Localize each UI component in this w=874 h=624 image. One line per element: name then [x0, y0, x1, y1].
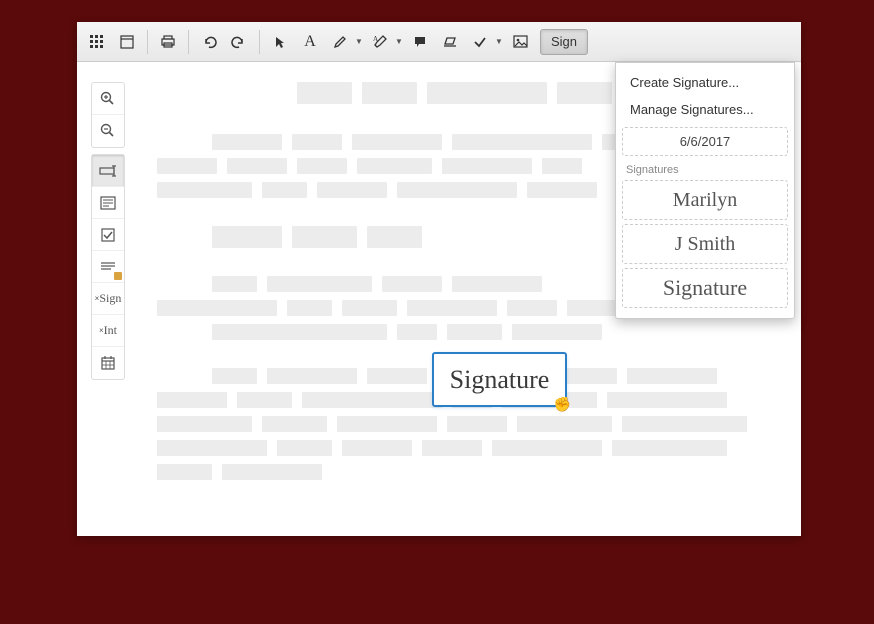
sign-dropdown-menu: Create Signature... Manage Signatures...… — [615, 62, 795, 319]
signature-preview-text: Signature — [450, 365, 550, 395]
chevron-down-icon[interactable]: ▼ — [354, 28, 364, 56]
skeleton-line — [157, 440, 781, 456]
text-tool-button[interactable]: A — [296, 28, 324, 56]
signatures-heading: Signatures — [622, 156, 788, 180]
checkmark-tool-combo[interactable]: ▼ — [466, 28, 504, 56]
pencil-icon[interactable] — [326, 28, 354, 56]
placed-signature-box[interactable]: Signature ✊ — [432, 352, 567, 407]
highlight-tool-combo[interactable]: A ▼ — [366, 28, 404, 56]
print-button[interactable] — [154, 28, 182, 56]
main-toolbar: A ▼ A ▼ ▼ Sign — [77, 22, 801, 62]
lock-badge-icon — [114, 272, 122, 280]
left-sidebar: ×Sign ×Int — [91, 82, 125, 380]
signature-option-1[interactable]: Marilyn — [622, 180, 788, 220]
zoom-group — [91, 82, 125, 148]
signature-option-2[interactable]: J Smith — [622, 224, 788, 264]
eraser-tool-button[interactable] — [436, 28, 464, 56]
skeleton-line — [212, 324, 781, 340]
paragraph-field-button[interactable] — [92, 187, 124, 219]
text-field-button[interactable] — [92, 155, 124, 187]
skeleton-line — [157, 464, 781, 480]
date-field-button[interactable] — [92, 347, 124, 379]
thumbnails-button[interactable] — [83, 28, 111, 56]
initials-field-button[interactable]: ×Int — [92, 315, 124, 347]
redo-button[interactable] — [225, 28, 253, 56]
pdf-viewer-window: A ▼ A ▼ ▼ Sign — [77, 22, 801, 536]
skeleton-line — [157, 416, 781, 432]
image-tool-button[interactable] — [506, 28, 534, 56]
secure-field-button[interactable] — [92, 251, 124, 283]
divider — [147, 30, 148, 54]
create-signature-item[interactable]: Create Signature... — [622, 69, 788, 96]
sign-button[interactable]: Sign — [540, 29, 588, 55]
zoom-in-button[interactable] — [92, 83, 124, 115]
chevron-down-icon[interactable]: ▼ — [494, 28, 504, 56]
highlighter-icon[interactable]: A — [366, 28, 394, 56]
date-stamp-item[interactable]: 6/6/2017 — [622, 127, 788, 156]
chevron-down-icon[interactable]: ▼ — [394, 28, 404, 56]
undo-button[interactable] — [195, 28, 223, 56]
select-tool-button[interactable] — [266, 28, 294, 56]
form-fields-group: ×Sign ×Int — [91, 154, 125, 380]
checkbox-field-button[interactable] — [92, 219, 124, 251]
signature-option-3[interactable]: Signature — [622, 268, 788, 308]
check-icon[interactable] — [466, 28, 494, 56]
draw-tool-combo[interactable]: ▼ — [326, 28, 364, 56]
divider — [188, 30, 189, 54]
zoom-out-button[interactable] — [92, 115, 124, 147]
comment-tool-button[interactable] — [406, 28, 434, 56]
manage-signatures-item[interactable]: Manage Signatures... — [622, 96, 788, 123]
signature-field-button[interactable]: ×Sign — [92, 283, 124, 315]
divider — [259, 30, 260, 54]
svg-text:A: A — [373, 35, 378, 43]
grab-cursor-icon: ✊ — [554, 396, 571, 413]
outline-button[interactable] — [113, 28, 141, 56]
